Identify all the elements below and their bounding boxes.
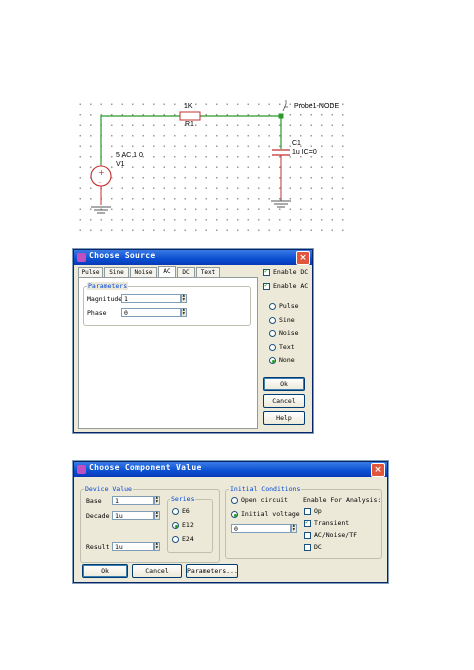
radio-open-circuit[interactable] [231, 497, 238, 504]
tab-ac[interactable]: AC [158, 266, 176, 277]
radio-e12-label: E12 [182, 521, 194, 529]
radio-noise-label: Noise [279, 329, 299, 337]
phase-label: Phase [87, 309, 107, 317]
decade-input[interactable]: 1u [112, 511, 154, 520]
tab-text[interactable]: Text [196, 267, 220, 277]
parameters-group [83, 286, 251, 326]
transient-label: Transient [314, 519, 350, 527]
tab-noise[interactable]: Noise [130, 267, 157, 277]
op-checkbox[interactable] [304, 508, 311, 515]
initial-voltage-input[interactable]: 0 [231, 524, 291, 533]
dialog-title: Choose Component Value [89, 463, 202, 472]
voltage-source-v1: + - [90, 165, 112, 205]
help-button[interactable]: Help [263, 411, 305, 425]
decade-spinner[interactable] [154, 509, 160, 520]
radio-e24-label: E24 [182, 535, 194, 543]
close-icon[interactable]: × [371, 463, 385, 477]
ac-noise-tf-label: AC/Noise/TF [314, 531, 358, 539]
dc-label: DC [314, 543, 322, 551]
base-spinner[interactable] [154, 494, 160, 505]
enable-ac-checkbox[interactable] [263, 281, 270, 290]
circuit-diagram: + - [90, 100, 291, 214]
transient-checkbox[interactable] [304, 518, 311, 527]
choose-source-dialog: Choose Source × Pulse Sine Noise AC DC T… [73, 249, 313, 433]
result-input[interactable]: 1u [112, 542, 154, 551]
base-label: Base [86, 497, 102, 505]
close-icon[interactable]: × [296, 251, 310, 265]
device-value-title: Device Value [84, 485, 133, 493]
dc-checkbox[interactable] [304, 544, 311, 551]
parameters-group-title: Parameters [87, 282, 129, 290]
enable-ac-label: Enable AC [273, 282, 309, 290]
radio-e6[interactable] [172, 508, 179, 515]
app-icon [77, 253, 86, 262]
initial-voltage-label: Initial voltage [241, 510, 300, 518]
series-title: Series [170, 495, 196, 503]
magnitude-label: Magnitude [87, 295, 123, 303]
svg-text:-: - [99, 179, 101, 186]
resistor-value-label: 1K [184, 103, 193, 110]
magnitude-spinner[interactable] [181, 292, 187, 303]
radio-sine-label: Sine [279, 316, 295, 324]
tab-dc[interactable]: DC [177, 267, 195, 277]
decade-label: Decade [86, 512, 110, 520]
svg-text:+: + [98, 168, 105, 177]
dialog-title: Choose Source [89, 251, 156, 260]
phase-spinner[interactable] [181, 306, 187, 317]
cancel-button[interactable]: Cancel [263, 394, 305, 408]
result-spinner[interactable] [154, 540, 160, 551]
op-label: Op [314, 507, 322, 515]
ok-button[interactable]: Ok [263, 377, 305, 391]
capacitor-c1 [272, 149, 290, 198]
ground-symbol-v1 [91, 206, 111, 214]
radio-e24[interactable] [172, 536, 179, 543]
title-bar[interactable]: Choose Source × [74, 250, 312, 265]
radio-sine[interactable] [269, 317, 276, 324]
radio-text[interactable] [269, 344, 276, 351]
base-input[interactable]: 1 [112, 496, 154, 505]
ac-noise-tf-checkbox[interactable] [304, 532, 311, 539]
app-icon [77, 465, 86, 474]
initial-voltage-spinner[interactable] [291, 522, 297, 533]
radio-noise[interactable] [269, 330, 276, 337]
radio-none[interactable] [269, 357, 276, 364]
tab-pulse[interactable]: Pulse [78, 267, 103, 277]
title-bar[interactable]: Choose Component Value × [74, 462, 387, 477]
phase-input[interactable]: 0 [121, 308, 181, 317]
radio-e12[interactable] [172, 522, 179, 529]
radio-text-label: Text [279, 343, 295, 351]
tab-strip: Pulse Sine Noise AC DC Text [78, 266, 258, 277]
radio-e6-label: E6 [182, 507, 190, 515]
open-circuit-label: Open circuit [241, 496, 288, 504]
radio-pulse[interactable] [269, 303, 276, 310]
enable-dc-checkbox[interactable] [263, 267, 270, 276]
choose-component-dialog: Choose Component Value × Device Value Ba… [73, 461, 388, 583]
probe-marker [282, 100, 287, 112]
cancel-button[interactable]: Cancel [132, 564, 182, 578]
capacitor-value-label: 1u IC=0 [292, 149, 317, 156]
resistor-r1 [179, 111, 201, 121]
magnitude-input[interactable]: 1 [121, 294, 181, 303]
source-value-label: 5 AC 1 0 [116, 152, 143, 159]
ok-button[interactable]: Ok [82, 564, 128, 578]
enable-dc-label: Enable DC [273, 268, 309, 276]
enable-for-analysis-label: Enable For Analysis: [303, 496, 382, 504]
probe-node-dot [278, 113, 284, 119]
ground-symbol-c1 [271, 198, 291, 208]
tab-sine[interactable]: Sine [104, 267, 129, 277]
radio-pulse-label: Pulse [279, 302, 299, 310]
probe-label: Probe1-NODE [294, 103, 340, 110]
radio-none-label: None [279, 356, 295, 364]
capacitor-name-label: C1 [292, 140, 301, 147]
source-name-label: V1 [116, 161, 125, 168]
parameters-button[interactable]: Parameters... [186, 564, 238, 578]
initial-conditions-label: Initial Conditions [229, 485, 302, 493]
resistor-name-label: R1 [185, 121, 194, 128]
result-label: Result [86, 543, 110, 551]
radio-initial-voltage[interactable] [231, 511, 238, 518]
